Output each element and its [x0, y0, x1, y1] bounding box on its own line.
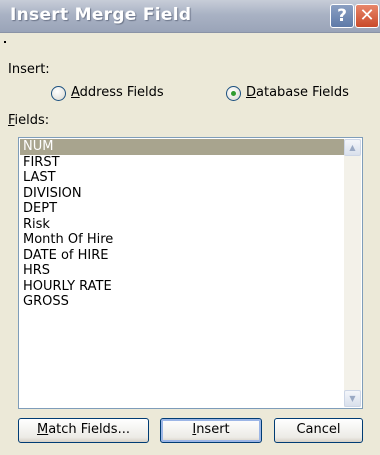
- list-item[interactable]: Risk: [20, 217, 344, 233]
- insert-button[interactable]: Insert: [160, 418, 262, 443]
- list-item[interactable]: Month Of Hire: [20, 232, 344, 248]
- list-item[interactable]: FIRST: [20, 155, 344, 171]
- chevron-down-icon: ▼: [349, 394, 356, 403]
- list-item[interactable]: DIVISION: [20, 186, 344, 202]
- radio-icon[interactable]: [51, 86, 66, 101]
- focus-dot: [4, 41, 6, 43]
- fields-listbox[interactable]: NUM FIRST LAST DIVISION DEPT Risk Month …: [18, 137, 363, 409]
- scroll-up-button[interactable]: ▲: [344, 139, 361, 156]
- cancel-button[interactable]: Cancel: [274, 418, 363, 443]
- title-bar[interactable]: Insert Merge Field ? ✕: [0, 0, 380, 33]
- list-item[interactable]: HOURLY RATE: [20, 279, 344, 295]
- fields-label: Fields:: [8, 113, 50, 128]
- list-item[interactable]: DATE of HIRE: [20, 248, 344, 264]
- list-item[interactable]: GROSS: [20, 294, 344, 310]
- list-item[interactable]: DEPT: [20, 201, 344, 217]
- list-item[interactable]: NUM: [20, 139, 344, 155]
- insert-label: Insert:: [8, 62, 50, 77]
- list-item[interactable]: LAST: [20, 170, 344, 186]
- scroll-down-button[interactable]: ▼: [344, 390, 361, 407]
- radio-icon-selected[interactable]: [226, 86, 241, 101]
- close-button[interactable]: ✕: [355, 4, 379, 28]
- radio-address-label: Address Fields: [71, 85, 164, 100]
- match-fields-button[interactable]: Match Fields...: [18, 418, 149, 443]
- close-icon: ✕: [359, 5, 375, 26]
- dialog-title: Insert Merge Field: [10, 5, 192, 25]
- question-mark-icon: ?: [337, 6, 347, 26]
- chevron-up-icon: ▲: [349, 143, 356, 152]
- list-item[interactable]: HRS: [20, 263, 344, 279]
- vertical-scrollbar[interactable]: ▲ ▼: [344, 139, 361, 407]
- radio-database-label: Database Fields: [246, 85, 349, 100]
- help-button[interactable]: ?: [330, 4, 354, 28]
